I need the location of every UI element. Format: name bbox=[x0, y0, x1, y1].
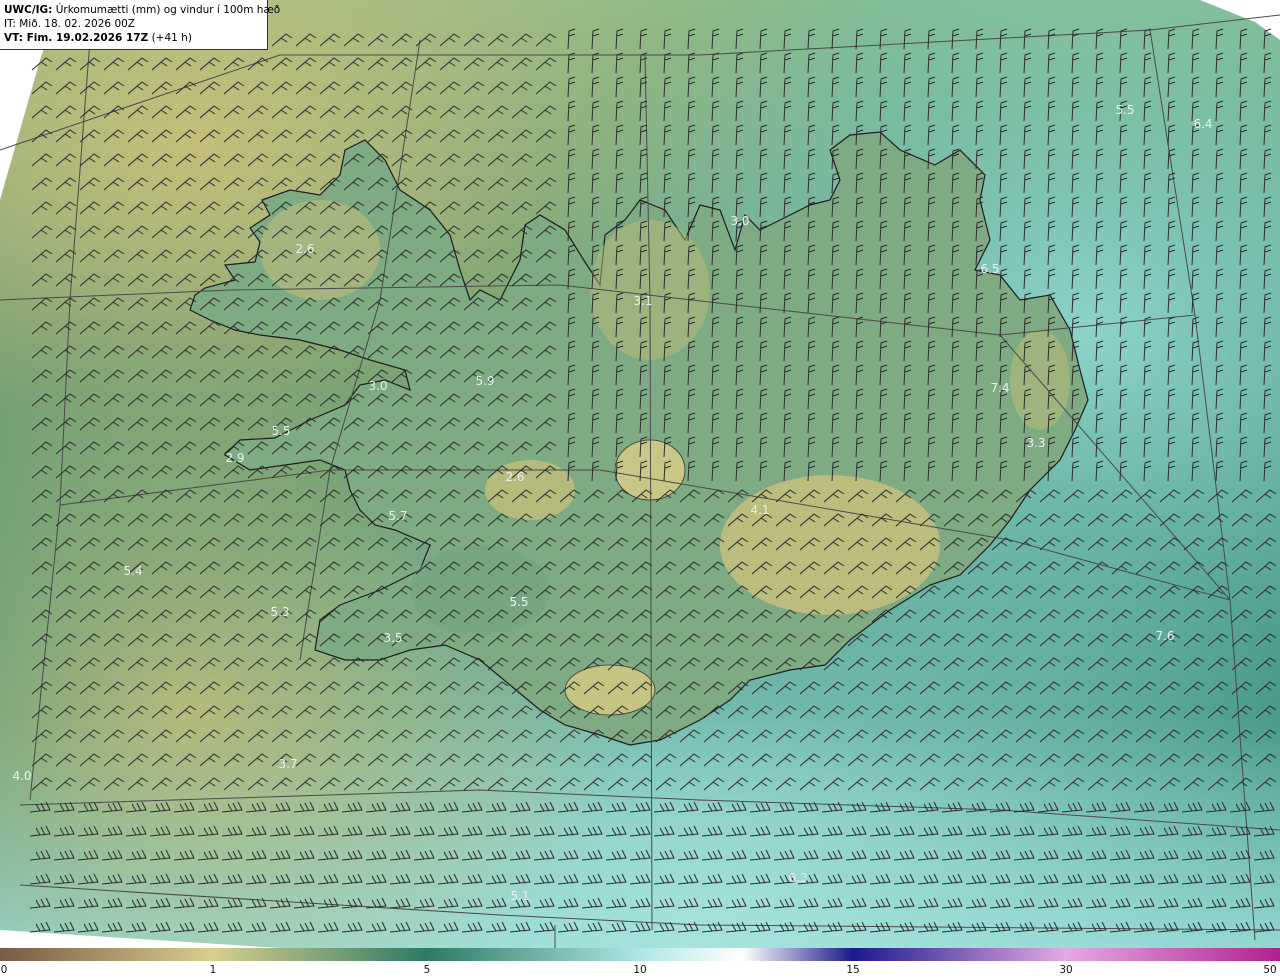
colorbar-tick-5: 5 bbox=[423, 964, 431, 976]
map-view[interactable]: 2.6 3.0 5.5 2.9 5.9 3.1 3.0 6.5 7.4 3.3 6.4 5.5 5.7 5… bbox=[0, 0, 1280, 948]
precip-value-label: 7.6 bbox=[1155, 629, 1174, 643]
precipitation-map: 2.6 3.0 5.5 2.9 5.9 3.1 3.0 6.5 7.4 3.3 6.4 5.5 5.7 5… bbox=[0, 0, 1280, 948]
precip-value-label: 2.6 bbox=[295, 242, 314, 256]
lead-time: (+41 h) bbox=[151, 32, 192, 44]
colorbar-tick-0: 0 bbox=[0, 964, 8, 976]
valid-time-line: VT: Fim. 19.02.2026 17Z (+41 h) bbox=[4, 31, 263, 45]
title-line: UWC/IG: Úrkomumætti (mm) og vindur í 100… bbox=[4, 3, 280, 17]
colorbar-tick-30: 30 bbox=[1059, 964, 1073, 976]
colorbar-tick-50: 50 bbox=[1263, 964, 1277, 976]
precip-value-label: 3.0 bbox=[368, 379, 387, 393]
colorbar-tick-10: 10 bbox=[633, 964, 647, 976]
precip-value-label: 3.1 bbox=[633, 294, 652, 308]
colorbar-tick-15: 15 bbox=[846, 964, 860, 976]
map-header: UWC/IG: Úrkomumætti (mm) og vindur í 100… bbox=[0, 0, 280, 50]
precip-value-label: 6.5 bbox=[980, 262, 999, 276]
colorbar-strip bbox=[0, 948, 1280, 961]
precip-value-label: 5.9 bbox=[475, 374, 494, 388]
precip-value-label: 5.5 bbox=[1115, 103, 1134, 117]
precip-value-label: 3.0 bbox=[730, 214, 749, 228]
valid-time: VT: Fim. 19.02.2026 17Z bbox=[4, 32, 149, 44]
precip-value-label: 4.1 bbox=[750, 503, 769, 517]
colorbar-legend: 0 1 5 10 15 30 50 bbox=[0, 948, 1280, 978]
precip-value-label: 5.1 bbox=[510, 889, 529, 903]
precip-value-label: 7.4 bbox=[990, 381, 1009, 395]
model-name: UWC/IG: bbox=[4, 4, 53, 16]
colorbar-tick-1: 1 bbox=[209, 964, 217, 976]
precip-value-label: 2.6 bbox=[505, 470, 524, 484]
precip-value-label: 3.7 bbox=[278, 757, 297, 771]
precip-value-label: 5.5 bbox=[509, 595, 528, 609]
precip-value-label: 3.3 bbox=[1026, 436, 1045, 450]
precip-value-label: 5.5 bbox=[271, 424, 290, 438]
map-title: Úrkomumætti (mm) og vindur í 100m hæð bbox=[55, 4, 281, 16]
initial-time: IT: Mið. 18. 02. 2026 00Z bbox=[4, 18, 135, 30]
precip-value-label: 5.4 bbox=[123, 564, 142, 578]
precip-value-label: 2.9 bbox=[225, 451, 244, 465]
precip-value-label: 6.4 bbox=[1193, 117, 1212, 131]
precip-value-label: 3.5 bbox=[383, 631, 402, 645]
precip-value-label: 4.0 bbox=[12, 769, 31, 783]
precip-value-label: 5.3 bbox=[270, 605, 289, 619]
precip-value-label: 6.3 bbox=[788, 871, 807, 885]
precip-value-label: 5.7 bbox=[388, 509, 407, 523]
